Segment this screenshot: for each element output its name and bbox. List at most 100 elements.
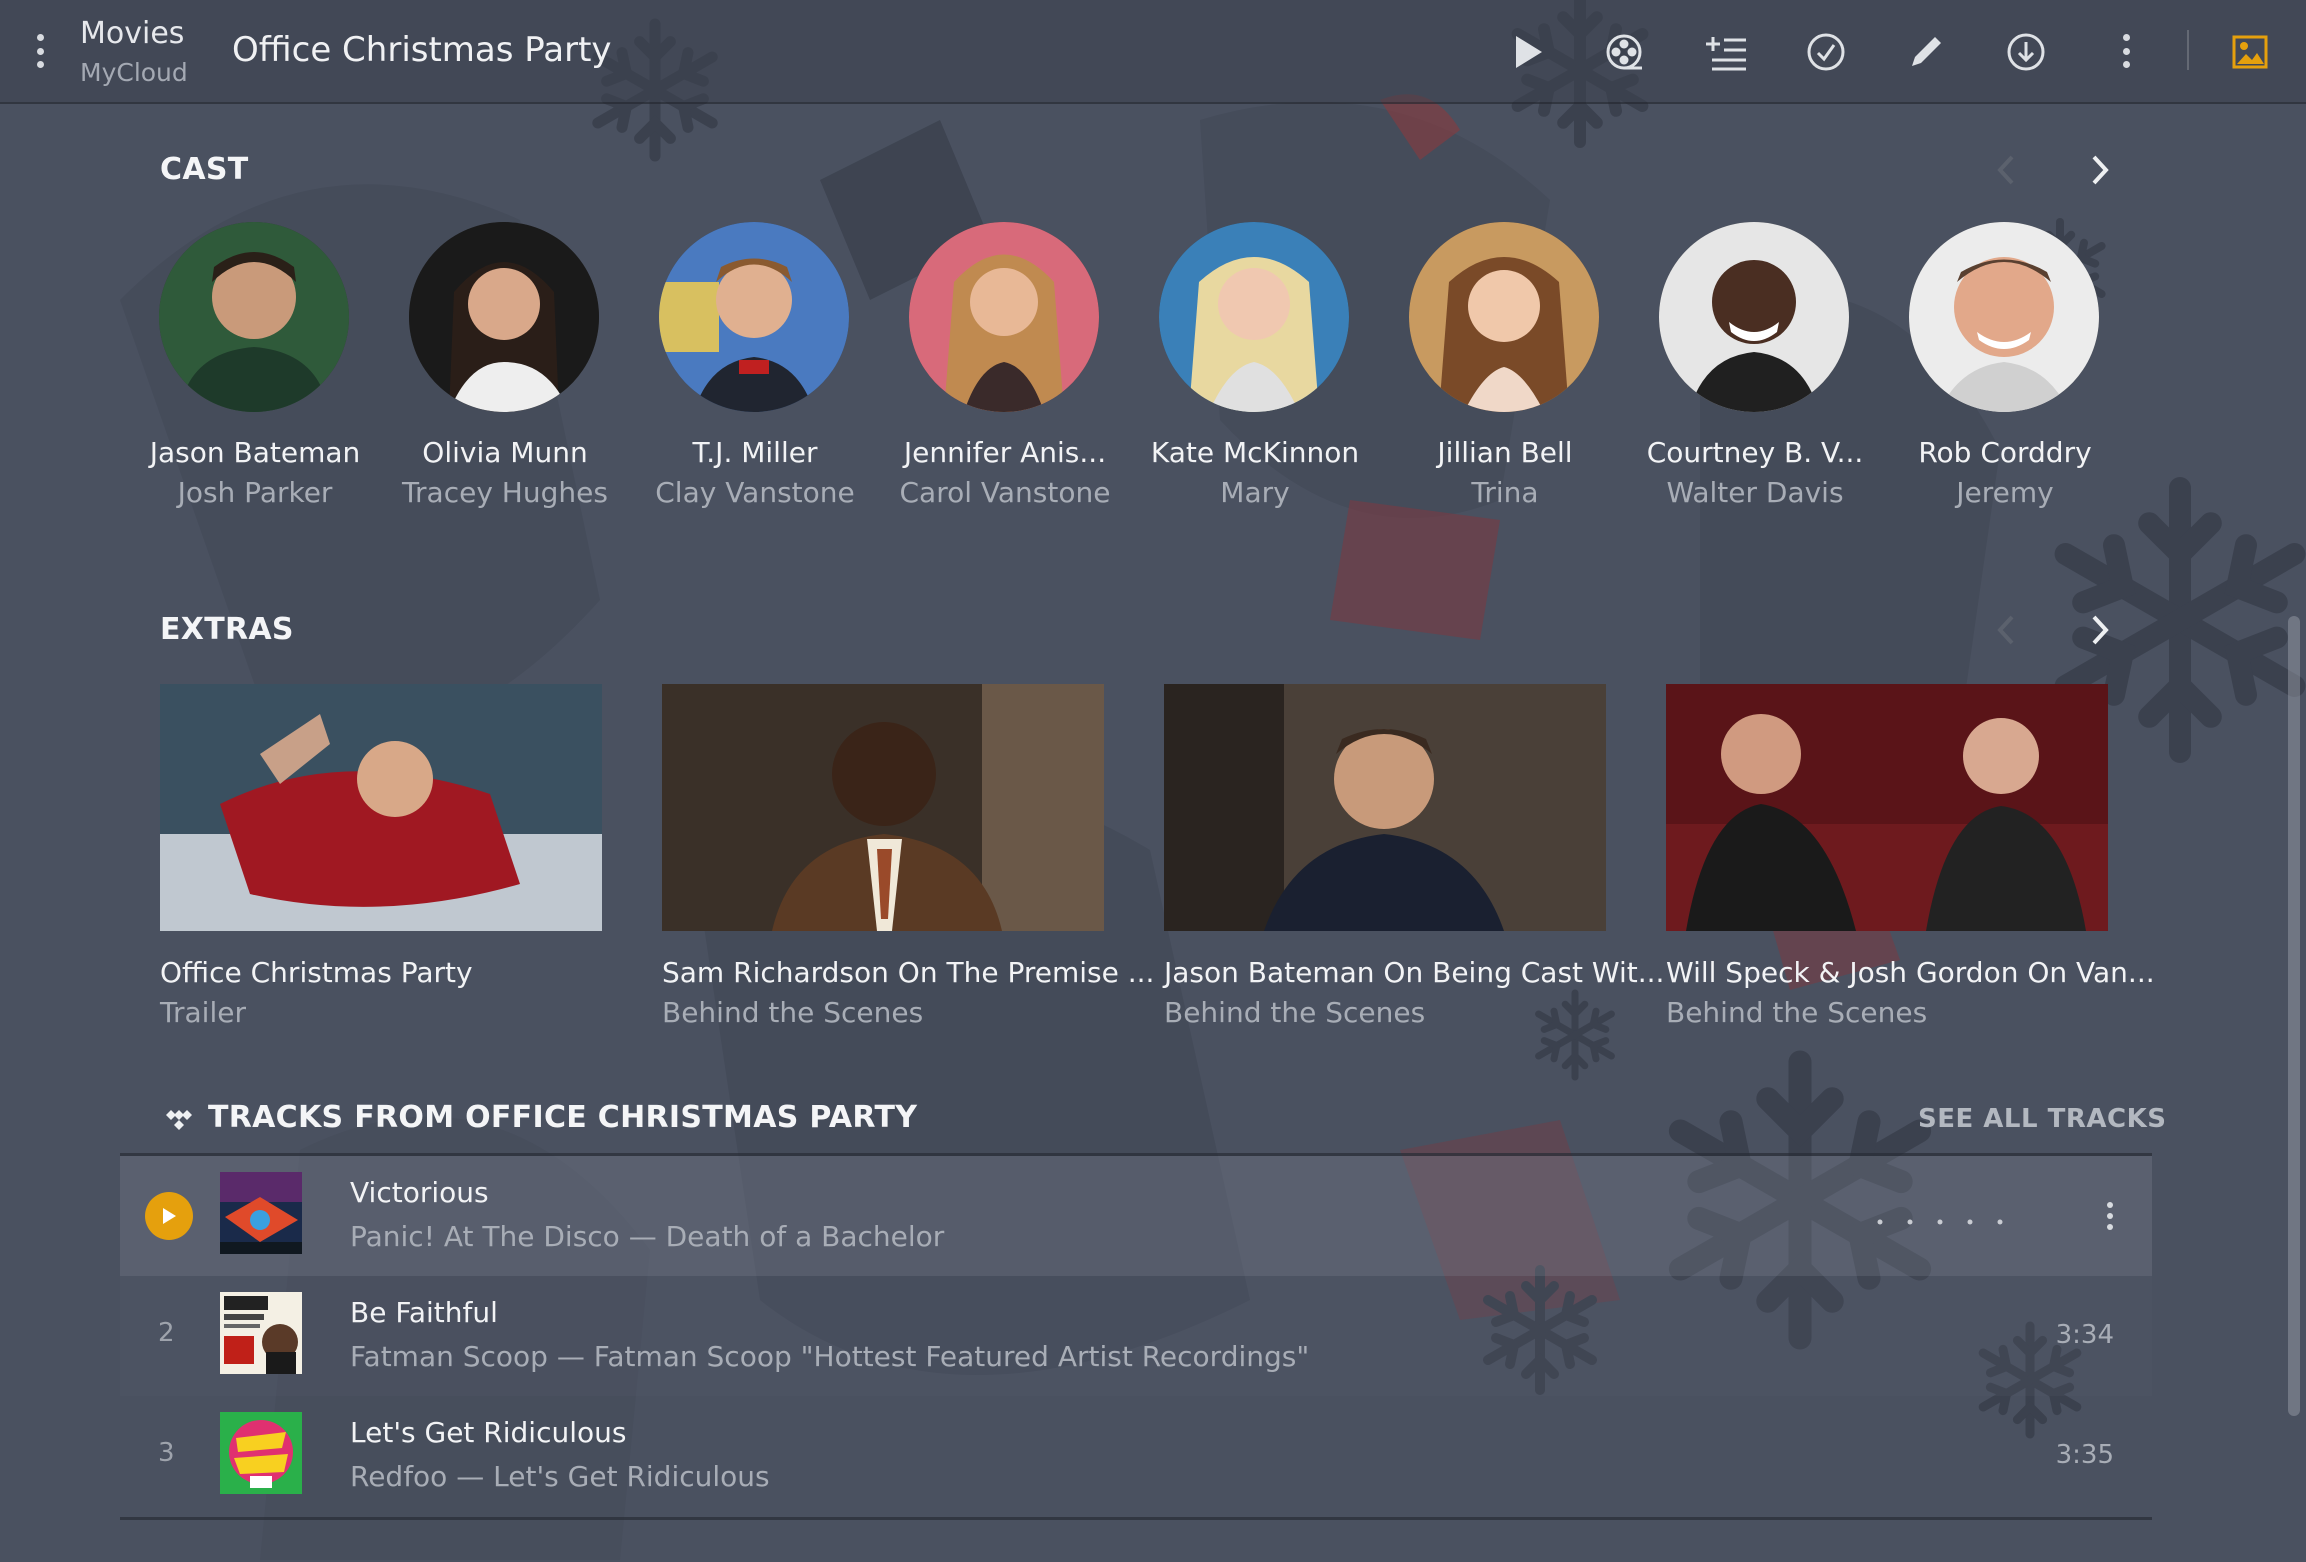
track-row[interactable]: 2 Be Faithful Fatman Scoop — Fatman Scoo…: [120, 1276, 2152, 1396]
cast-member[interactable]: Jennifer Anis... Carol Vanstone: [877, 222, 1127, 522]
track-artist[interactable]: Fatman Scoop: [350, 1340, 548, 1373]
toolbar-divider: [2187, 30, 2189, 70]
cast-member[interactable]: Courtney B. V... Walter Davis: [1627, 222, 1877, 522]
extra-thumbnail: [1666, 684, 2108, 931]
cast-member[interactable]: Jason Bateman Josh Parker: [127, 222, 377, 522]
avatar: [909, 222, 1099, 412]
extra-title: Sam Richardson On The Premise ...: [662, 956, 1155, 989]
track-title: Let's Get Ridiculous: [350, 1416, 627, 1449]
playing-dots-icon: [1875, 1212, 2015, 1225]
track-row[interactable]: Victorious Panic! At The Disco — Death o…: [120, 1156, 2152, 1276]
avatar: [1909, 222, 2099, 412]
cast-role: Carol Vanstone: [899, 476, 1111, 509]
cast-name: Jennifer Anis...: [903, 436, 1107, 469]
album-art: [220, 1292, 302, 1374]
edit-pencil-icon[interactable]: [1898, 24, 1954, 80]
extra-subtitle: Behind the Scenes: [662, 996, 924, 1029]
cast-member[interactable]: Olivia Munn Tracey Hughes: [377, 222, 627, 522]
extra-title: Will Speck & Josh Gordon On Van...: [1666, 956, 2155, 989]
track-title: Victorious: [350, 1176, 489, 1209]
cast-name: Jason Bateman: [149, 436, 361, 469]
cast-member[interactable]: Rob Corddry Jeremy: [1877, 222, 2127, 522]
extra-card[interactable]: Jason Bateman On Being Cast Wit... Behin…: [1164, 684, 1664, 1034]
cast-role: Josh Parker: [177, 476, 333, 509]
library-title[interactable]: Movies: [80, 16, 184, 51]
meta-separator: —: [556, 1340, 585, 1373]
cast-name: T.J. Miller: [692, 436, 818, 469]
track-number: 2: [158, 1318, 175, 1348]
extra-title: Office Christmas Party: [160, 956, 473, 989]
extra-thumbnail: [160, 684, 602, 931]
cast-prev-icon[interactable]: [1986, 148, 2026, 192]
tracks-divider: [120, 1517, 2152, 1520]
see-all-tracks-link[interactable]: SEE ALL TRACKS: [1918, 1104, 2166, 1134]
meta-separator: —: [456, 1460, 485, 1493]
film-reel-icon[interactable]: [1596, 24, 1652, 80]
cast-role: Trina: [1471, 476, 1539, 509]
cast-role: Jeremy: [1956, 476, 2054, 509]
avatar: [159, 222, 349, 412]
extra-thumbnail: [1164, 684, 1606, 931]
app-window: Movies MyCloud Office Christmas Party CA…: [0, 0, 2306, 1562]
extras-next-icon[interactable]: [2080, 608, 2120, 652]
scrollbar[interactable]: [2288, 616, 2300, 1416]
cast-next-icon[interactable]: [2080, 148, 2120, 192]
extra-card[interactable]: Sam Richardson On The Premise ... Behind…: [662, 684, 1154, 1034]
extra-title: Jason Bateman On Being Cast Wit...: [1164, 956, 1665, 989]
cast-name: Kate McKinnon: [1150, 436, 1360, 469]
track-album[interactable]: Fatman Scoop "Hottest Featured Artist Re…: [594, 1340, 1309, 1373]
extras-section-title: EXTRAS: [160, 612, 294, 647]
add-to-queue-icon[interactable]: [1698, 24, 1754, 80]
track-meta: Redfoo — Let's Get Ridiculous: [350, 1460, 770, 1493]
track-more-icon[interactable]: [2105, 1202, 2115, 1230]
page-title: Office Christmas Party: [232, 30, 612, 70]
extra-subtitle: Behind the Scenes: [1164, 996, 1426, 1029]
avatar: [1409, 222, 1599, 412]
sidebar-menu-icon[interactable]: [34, 34, 46, 68]
cast-section-title: CAST: [160, 152, 249, 187]
extra-card[interactable]: Office Christmas Party Trailer: [160, 684, 602, 1034]
avatar: [409, 222, 599, 412]
cast-member[interactable]: Kate McKinnon Mary: [1127, 222, 1377, 522]
check-circle-icon[interactable]: [1798, 24, 1854, 80]
cast-member[interactable]: Jillian Bell Trina: [1377, 222, 1627, 522]
cast-role: Mary: [1220, 476, 1290, 509]
track-meta: Fatman Scoop — Fatman Scoop "Hottest Fea…: [350, 1340, 1309, 1373]
tracks-section-title: TRACKS FROM OFFICE CHRISTMAS PARTY: [208, 1100, 918, 1135]
track-duration: 3:35: [2055, 1440, 2114, 1470]
track-duration: 3:34: [2055, 1320, 2114, 1350]
track-artist[interactable]: Panic! At The Disco: [350, 1220, 620, 1253]
play-icon[interactable]: [1500, 24, 1556, 80]
track-artist[interactable]: Redfoo: [350, 1460, 447, 1493]
top-bar: Movies MyCloud Office Christmas Party: [0, 0, 2306, 104]
track-album[interactable]: Let's Get Ridiculous: [493, 1460, 769, 1493]
tidal-icon: [162, 1108, 196, 1134]
track-number: 3: [158, 1438, 175, 1468]
track-album[interactable]: Death of a Bachelor: [666, 1220, 945, 1253]
cast-name: Olivia Munn: [422, 436, 588, 469]
cast-member[interactable]: T.J. Miller Clay Vanstone: [627, 222, 877, 522]
cast-name: Courtney B. V...: [1646, 436, 1864, 469]
extra-card[interactable]: Will Speck & Josh Gordon On Van... Behin…: [1666, 684, 2155, 1034]
cast-name: Jillian Bell: [1437, 436, 1573, 469]
extra-subtitle: Trailer: [160, 996, 246, 1029]
avatar: [1159, 222, 1349, 412]
more-icon[interactable]: [2120, 34, 2132, 68]
meta-separator: —: [628, 1220, 657, 1253]
background-image-icon[interactable]: [2222, 24, 2278, 80]
track-title: Be Faithful: [350, 1296, 498, 1329]
cast-role: Tracey Hughes: [402, 476, 608, 509]
cast-role: Walter Davis: [1666, 476, 1844, 509]
track-row[interactable]: 3 Let's Get Ridiculous Redfoo — Let's Ge…: [120, 1396, 2152, 1516]
cast-name: Rob Corddry: [1918, 436, 2092, 469]
extra-subtitle: Behind the Scenes: [1666, 996, 1928, 1029]
extras-prev-icon[interactable]: [1986, 608, 2026, 652]
cast-role: Clay Vanstone: [655, 476, 855, 509]
album-art: [220, 1412, 302, 1494]
extra-thumbnail: [662, 684, 1104, 931]
album-art: [220, 1172, 302, 1254]
track-play-button[interactable]: [145, 1192, 193, 1240]
avatar: [1659, 222, 1849, 412]
download-icon[interactable]: [1998, 24, 2054, 80]
avatar: [659, 222, 849, 412]
